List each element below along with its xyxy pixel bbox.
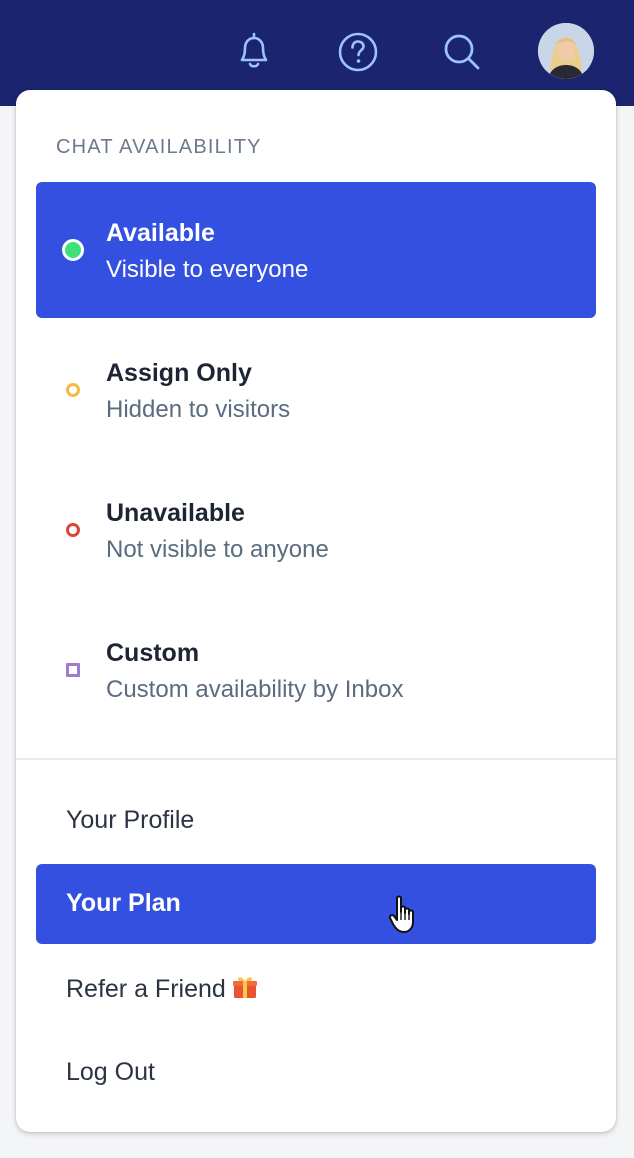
section-title-chat-availability: CHAT AVAILABILITY: [56, 136, 262, 158]
menu-item-label-wrapper: Refer a Friend: [66, 974, 258, 1007]
status-option-unavailable[interactable]: Unavailable Not visible to anyone: [36, 462, 596, 598]
menu-item-label: Your Profile: [66, 806, 195, 834]
menu-item-your-plan[interactable]: Your Plan: [36, 864, 596, 944]
menu-item-log-out[interactable]: Log Out: [36, 1033, 596, 1113]
unavailable-status-dot-icon: [66, 523, 80, 537]
menu-item-label: Log Out: [66, 1058, 155, 1086]
account-dropdown-menu: CHAT AVAILABILITY Available Visible to e…: [16, 90, 616, 1132]
menu-item-label: Refer a Friend: [66, 975, 226, 1003]
hand-pointer-cursor-icon: [388, 895, 414, 933]
status-option-label: Available: [106, 219, 215, 247]
status-option-label: Unavailable: [106, 499, 245, 527]
notifications-button[interactable]: [232, 28, 276, 76]
status-option-available[interactable]: Available Visible to everyone: [36, 182, 596, 318]
custom-status-square-icon: [66, 663, 80, 677]
assign-only-status-dot-icon: [66, 383, 80, 397]
avatar-image: [538, 23, 594, 79]
status-option-description: Not visible to anyone: [106, 536, 329, 563]
status-option-custom[interactable]: Custom Custom availability by Inbox: [36, 602, 596, 738]
status-option-description: Custom availability by Inbox: [106, 676, 404, 703]
status-option-description: Hidden to visitors: [106, 396, 291, 423]
status-option-description: Visible to everyone: [106, 256, 309, 283]
gift-icon: [232, 974, 258, 1007]
bell-icon: [240, 32, 268, 68]
search-icon: [444, 34, 480, 70]
status-option-label: Assign Only: [106, 359, 252, 387]
help-icon: [338, 32, 378, 72]
search-button[interactable]: [440, 28, 484, 76]
status-option-label: Custom: [106, 639, 200, 667]
menu-item-label: Your Plan: [66, 889, 181, 917]
menu-item-your-profile[interactable]: Your Profile: [36, 781, 596, 861]
menu-item-refer-a-friend[interactable]: Refer a Friend: [36, 949, 596, 1029]
available-status-dot-icon: [62, 239, 84, 261]
status-option-assign-only[interactable]: Assign Only Hidden to visitors: [36, 322, 596, 458]
menu-divider: [16, 758, 616, 760]
help-button[interactable]: [336, 28, 380, 76]
avatar[interactable]: [538, 23, 594, 79]
